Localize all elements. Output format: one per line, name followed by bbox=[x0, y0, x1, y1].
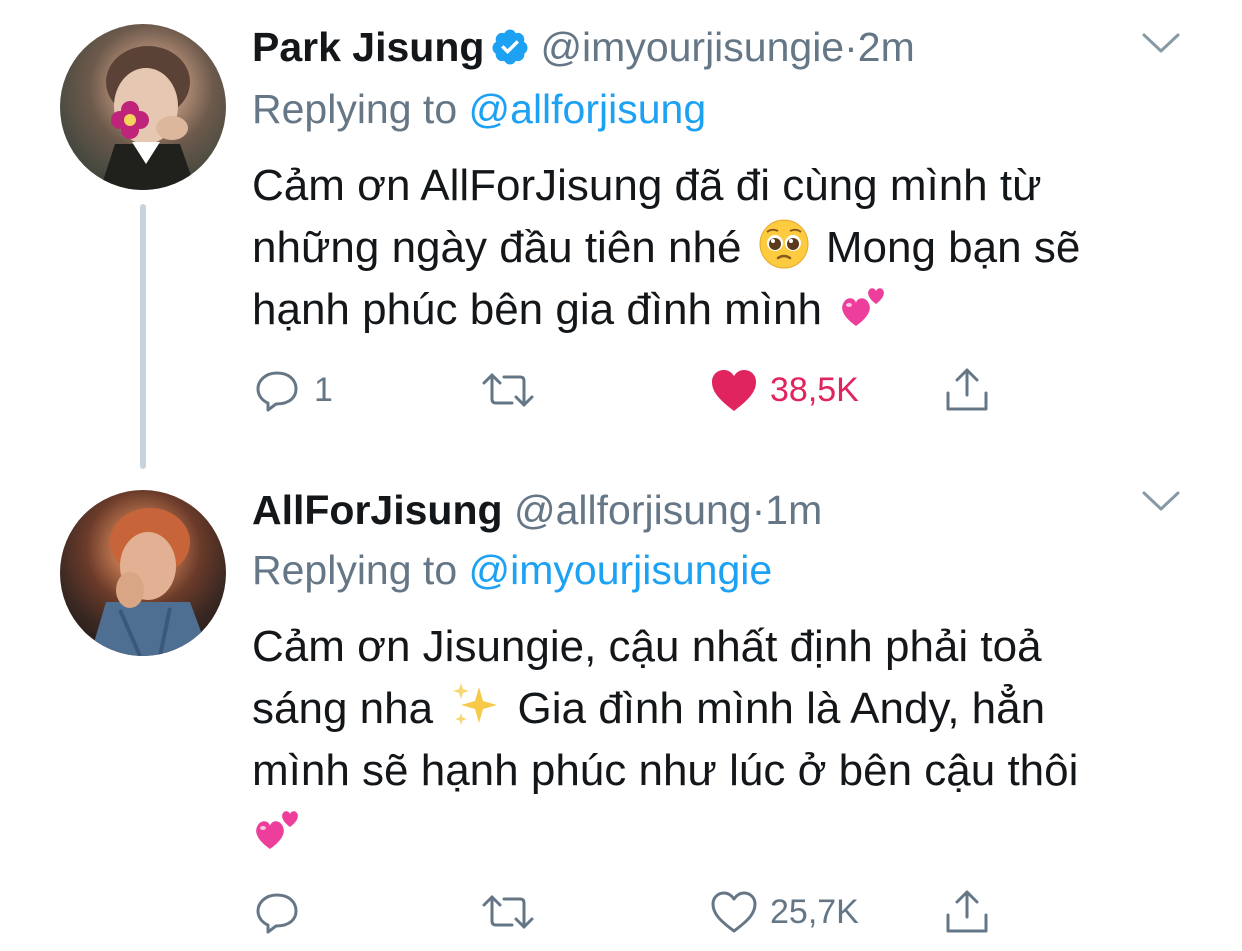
reply-icon bbox=[256, 893, 298, 934]
verified-badge-icon bbox=[492, 29, 528, 65]
handle[interactable]: @imyourjisungie bbox=[540, 24, 844, 70]
reply-button[interactable] bbox=[252, 882, 314, 942]
retweet-button[interactable] bbox=[480, 360, 548, 420]
heart-filled-icon bbox=[712, 370, 756, 411]
tweet-text-line: mình sẽ hạnh phúc như lúc ở bên cậu thôi bbox=[252, 746, 1079, 795]
chevron-down-icon[interactable] bbox=[1138, 486, 1184, 516]
replying-to-label: Replying to bbox=[252, 547, 469, 593]
timestamp[interactable]: 1m bbox=[765, 487, 822, 533]
avatar[interactable] bbox=[60, 490, 226, 656]
display-name[interactable]: Park Jisung bbox=[252, 24, 484, 70]
replying-to-mention[interactable]: @imyourjisungie bbox=[469, 547, 773, 593]
avatar-photo bbox=[100, 46, 196, 190]
avatar-photo bbox=[90, 508, 210, 656]
replying-to: Replying to @imyourjisungie bbox=[252, 545, 772, 595]
tweet-text-segment: hạnh phúc bên gia đình mình bbox=[252, 285, 823, 334]
separator-dot: · bbox=[751, 487, 766, 533]
tweet-text-segment: Gia đình mình là Andy, hẳn bbox=[517, 684, 1046, 733]
tweet-text-line: sáng nha Gia đình mình là Andy, hẳn bbox=[252, 678, 1192, 740]
tweet-text: Cảm ơn Jisungie, cậu nhất định phải toả … bbox=[252, 616, 1192, 864]
tweet-actions: 1 38,5K bbox=[252, 360, 1152, 420]
tweet-text-line: Cảm ơn AllForJisung đã đi cùng mình từ bbox=[252, 161, 1042, 210]
tweet-park-jisung[interactable]: Park Jisung @imyourjisungie·2m Replying t… bbox=[0, 0, 1242, 470]
replying-to-label: Replying to bbox=[252, 86, 469, 132]
tweet-text-segment: Mong bạn sẽ bbox=[825, 223, 1081, 272]
tweet-text-segment: những ngày đầu tiên nhé bbox=[252, 223, 742, 272]
separator-dot: · bbox=[844, 24, 858, 70]
chevron-down-icon[interactable] bbox=[1138, 28, 1184, 58]
two-hearts-emoji-icon bbox=[256, 811, 298, 849]
like-button[interactable]: 25,7K bbox=[710, 882, 859, 942]
share-icon bbox=[946, 890, 988, 933]
tweet-header: Park Jisung @imyourjisungie·2m bbox=[252, 22, 915, 72]
tweet-header: AllForJisung @allforjisung·1m bbox=[252, 485, 822, 535]
tweet-text-line: hạnh phúc bên gia đình mình bbox=[252, 279, 1192, 341]
two-hearts-emoji-icon bbox=[842, 288, 885, 326]
reply-count: 1 bbox=[314, 370, 333, 409]
avatar[interactable] bbox=[60, 24, 226, 190]
replying-to: Replying to @allforjisung bbox=[252, 84, 706, 134]
tweet-text-line bbox=[252, 802, 1192, 864]
share-button[interactable] bbox=[942, 360, 992, 420]
tweet-text-segment: sáng nha bbox=[252, 684, 434, 733]
like-count: 25,7K bbox=[770, 892, 859, 931]
pleading-face-emoji-icon bbox=[759, 219, 809, 269]
like-count: 38,5K bbox=[770, 370, 859, 409]
retweet-icon bbox=[482, 373, 534, 407]
display-name[interactable]: AllForJisung bbox=[252, 487, 503, 533]
handle[interactable]: @allforjisung bbox=[514, 487, 752, 533]
replying-to-mention[interactable]: @allforjisung bbox=[469, 86, 707, 132]
tweet-text-line: những ngày đầu tiên nhé Mong bạn sẽ bbox=[252, 217, 1192, 279]
tweet-actions: 25,7K bbox=[252, 882, 1152, 942]
retweet-icon bbox=[482, 895, 534, 929]
tweet-text-line: Cảm ơn Jisungie, cậu nhất định phải toả bbox=[252, 622, 1042, 671]
like-button[interactable]: 38,5K bbox=[710, 360, 859, 420]
tweet-text: Cảm ơn AllForJisung đã đi cùng mình từ n… bbox=[252, 155, 1192, 341]
tweet-allforjisung[interactable]: AllForJisung @allforjisung·1m Replying t… bbox=[0, 470, 1242, 951]
reply-button[interactable]: 1 bbox=[252, 360, 333, 420]
share-icon bbox=[946, 368, 988, 411]
reply-icon bbox=[256, 371, 298, 412]
thread-connector-line bbox=[140, 204, 146, 469]
retweet-button[interactable] bbox=[480, 882, 548, 942]
share-button[interactable] bbox=[942, 882, 992, 942]
heart-outline-icon bbox=[711, 891, 757, 933]
timestamp[interactable]: 2m bbox=[858, 24, 915, 70]
sparkles-emoji-icon bbox=[453, 683, 498, 725]
